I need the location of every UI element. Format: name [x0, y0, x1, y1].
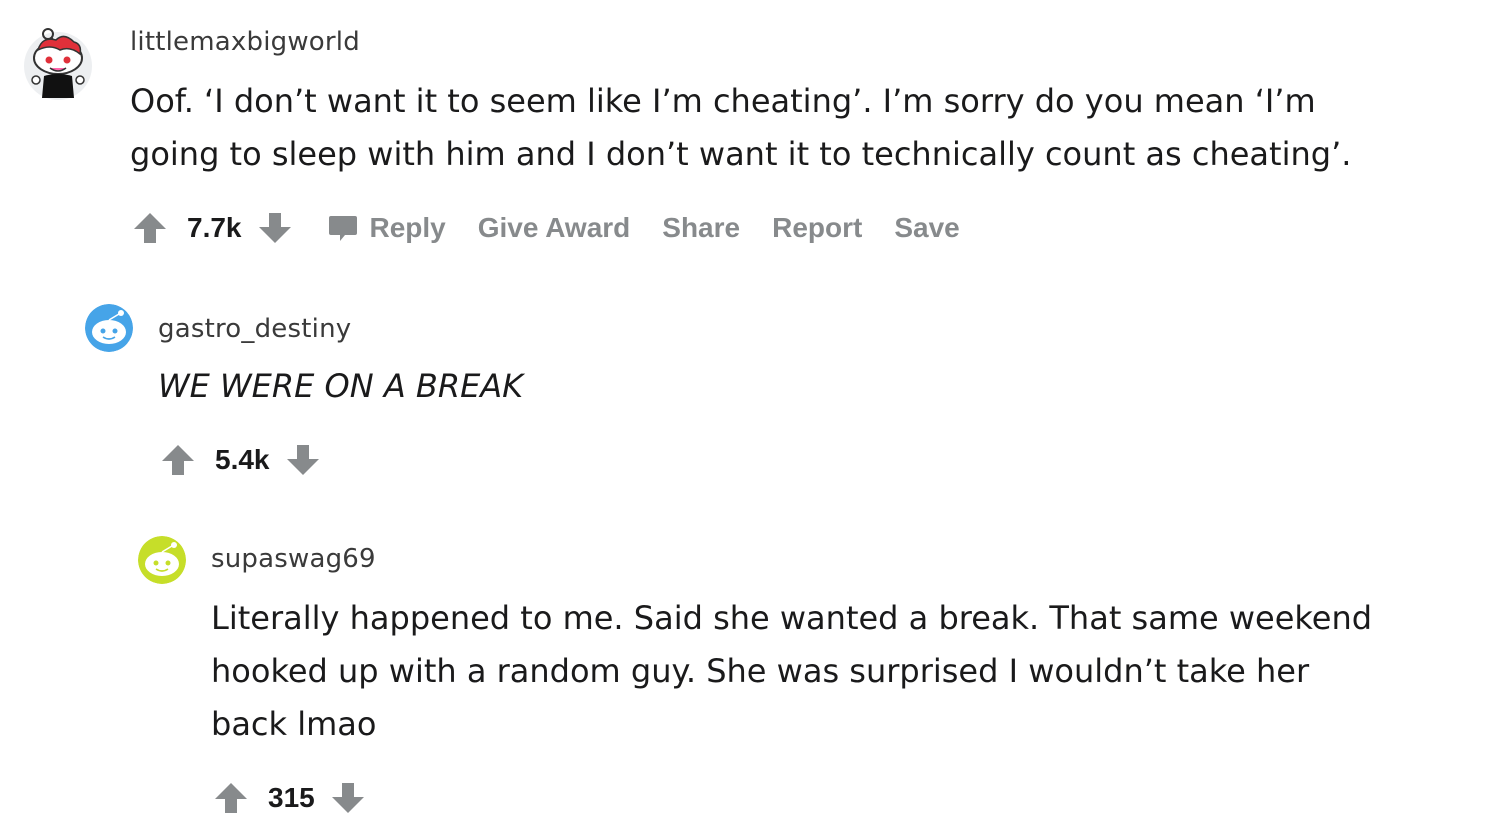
report-button[interactable]: Report [772, 212, 862, 244]
comment-body-line: back lmao [211, 705, 377, 743]
user-avatar[interactable] [85, 304, 133, 352]
comment-supaswag69: supaswag69 Literally happened to me. Sai… [0, 520, 1502, 830]
vote-score: 315 [268, 782, 315, 813]
user-avatar[interactable] [138, 536, 186, 584]
downvote-arrow-icon [331, 783, 364, 813]
comment-gastro-destiny: gastro_destiny WE WERE ON A BREAK 5.4k [0, 290, 1502, 500]
comment-body-line: hooked up with a random guy. She was sur… [211, 652, 1310, 690]
vote-score: 7.7k [187, 212, 242, 243]
save-button[interactable]: Save [894, 212, 959, 244]
snoo-avatar-yellow-icon [138, 536, 186, 584]
snoo-avatar-blue-icon [85, 304, 133, 352]
comment-body-line: WE WERE ON A BREAK [158, 367, 524, 405]
user-avatar[interactable] [20, 22, 96, 102]
downvote-button[interactable] [284, 441, 322, 479]
comment-body-line: Oof. ‘I don’t want it to seem like I’m c… [130, 82, 1316, 120]
comment-action-bar: 7.7k Reply Give Award Share Report Save [131, 208, 960, 248]
comment-body: WE WERE ON A BREAK [158, 360, 523, 413]
downvote-arrow-icon [258, 213, 291, 243]
comment-username[interactable]: gastro_destiny [158, 314, 351, 344]
downvote-button[interactable] [329, 779, 367, 817]
comment-username[interactable]: supaswag69 [211, 544, 376, 574]
comment-body: Literally happened to me. Said she wante… [211, 592, 1372, 751]
reply-label: Reply [369, 212, 446, 243]
comment-username[interactable]: littlemaxbigworld [130, 27, 360, 57]
upvote-arrow-icon [215, 783, 247, 813]
upvote-button[interactable] [212, 779, 250, 817]
snoo-avatar-red-hair-icon [24, 28, 92, 100]
reply-button[interactable]: Reply [328, 212, 446, 244]
vote-score: 5.4k [215, 444, 270, 475]
comment-action-bar: 5.4k [159, 440, 322, 480]
comment-littlemaxbigworld: littlemaxbigworld Oof. ‘I don’t want it … [0, 0, 1502, 270]
comment-body-line: Literally happened to me. Said she wante… [211, 599, 1373, 637]
downvote-button[interactable] [256, 209, 294, 247]
give-award-button[interactable]: Give Award [478, 212, 631, 244]
downvote-arrow-icon [286, 445, 319, 475]
comment-body-line: going to sleep with him and I don’t want… [130, 135, 1352, 173]
comment-bubble-icon [328, 213, 358, 243]
upvote-arrow-icon [134, 213, 166, 243]
share-button[interactable]: Share [662, 212, 740, 244]
upvote-arrow-icon [162, 445, 194, 475]
comment-action-bar: 315 [212, 778, 367, 818]
upvote-button[interactable] [131, 209, 169, 247]
upvote-button[interactable] [159, 441, 197, 479]
comment-body: Oof. ‘I don’t want it to seem like I’m c… [130, 75, 1351, 181]
